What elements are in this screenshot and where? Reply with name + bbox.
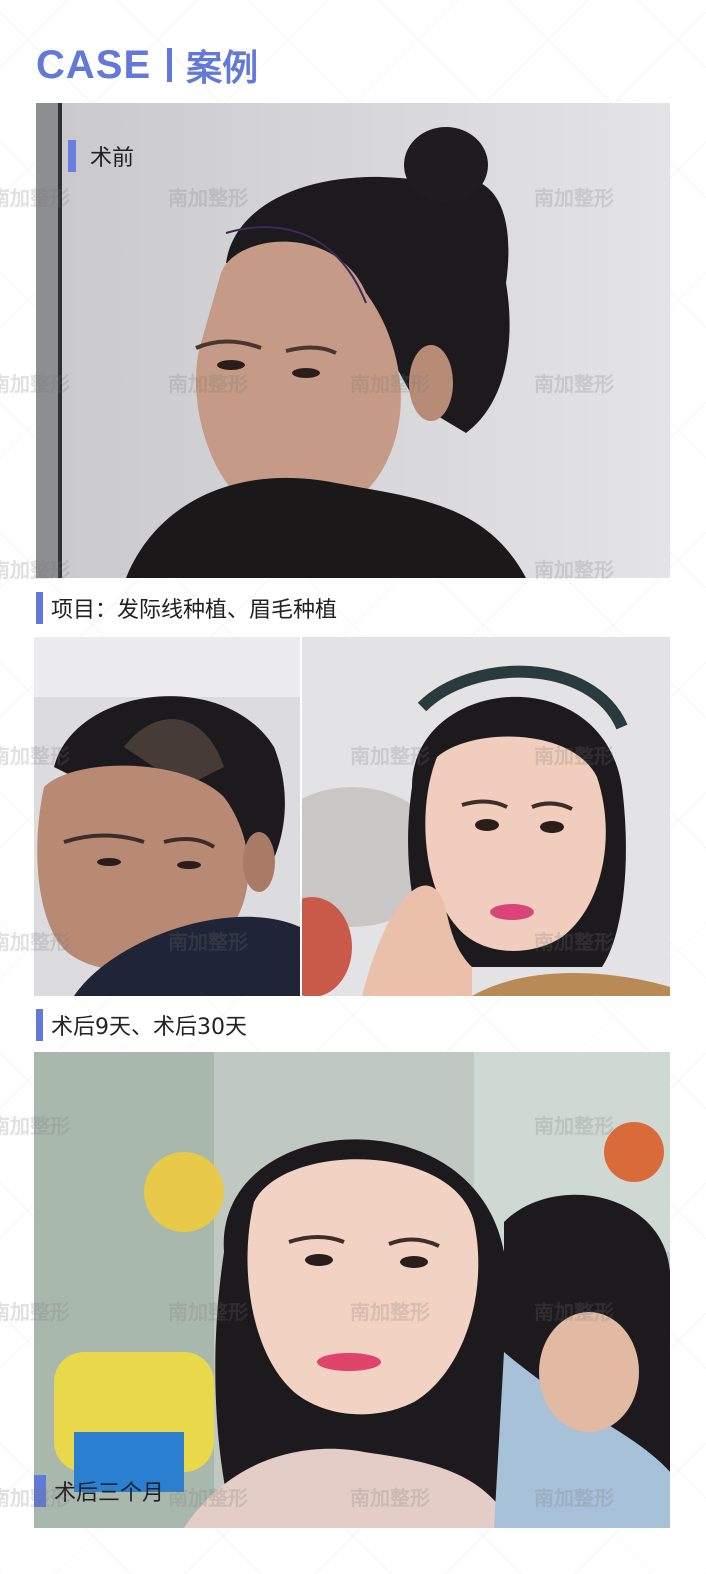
before-tag-marker <box>68 140 76 172</box>
after-3-months-caption-text: 术后三个月 <box>54 1481 165 1506</box>
after-3-months-caption-marker <box>34 1475 46 1507</box>
project-caption-marker <box>36 592 43 624</box>
before-tag-label: 术前 <box>90 146 135 171</box>
after-3-months-caption: 术后三个月 <box>34 1475 164 1507</box>
photo-after-3-months: 术后三个月 <box>34 1052 670 1528</box>
project-caption: 项目：发际线种植、眉毛种植 <box>36 592 337 624</box>
after-caption-marker <box>36 1009 43 1041</box>
before-tag: 术前 <box>68 140 134 172</box>
photo-before: 术前 <box>36 103 670 578</box>
header-divider <box>167 48 173 82</box>
after-caption-text: 术后9天、术后30天 <box>51 1015 247 1040</box>
section-header: CASE 案例 <box>36 40 258 90</box>
project-caption-text: 项目：发际线种植、眉毛种植 <box>51 598 338 623</box>
photo-after-30-days <box>302 637 670 996</box>
after-caption: 术后9天、术后30天 <box>36 1009 247 1041</box>
header-title-en: CASE <box>36 42 152 87</box>
header-title-zh: 案例 <box>186 48 259 89</box>
photo-after-9-days <box>34 637 300 996</box>
